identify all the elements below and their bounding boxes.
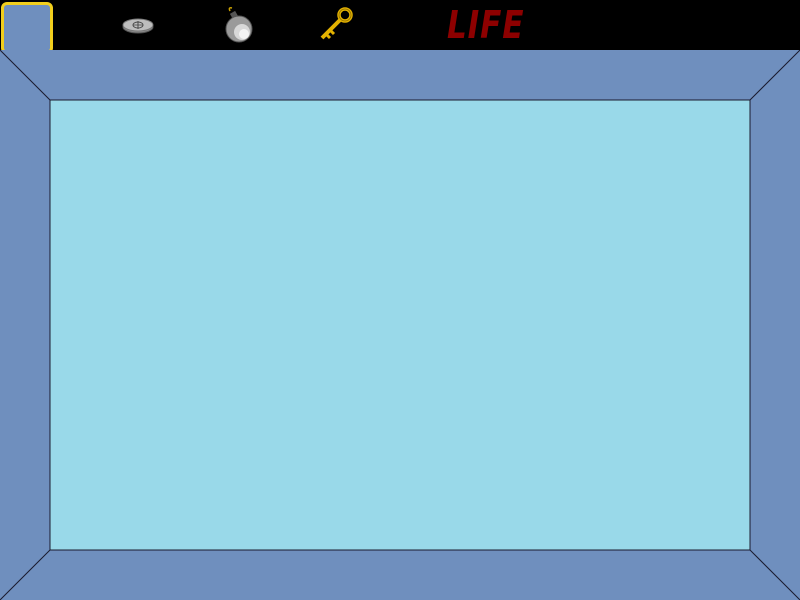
coin-icon[interactable]	[118, 5, 158, 45]
room-floor[interactable]	[49, 99, 751, 551]
game-room	[0, 50, 800, 600]
hud-bar: LIFE	[0, 0, 800, 54]
bomb-icon[interactable]	[218, 5, 258, 45]
life-label: LIFE	[447, 3, 525, 47]
key-icon[interactable]	[316, 5, 356, 45]
selected-item-slot[interactable]	[1, 2, 53, 54]
